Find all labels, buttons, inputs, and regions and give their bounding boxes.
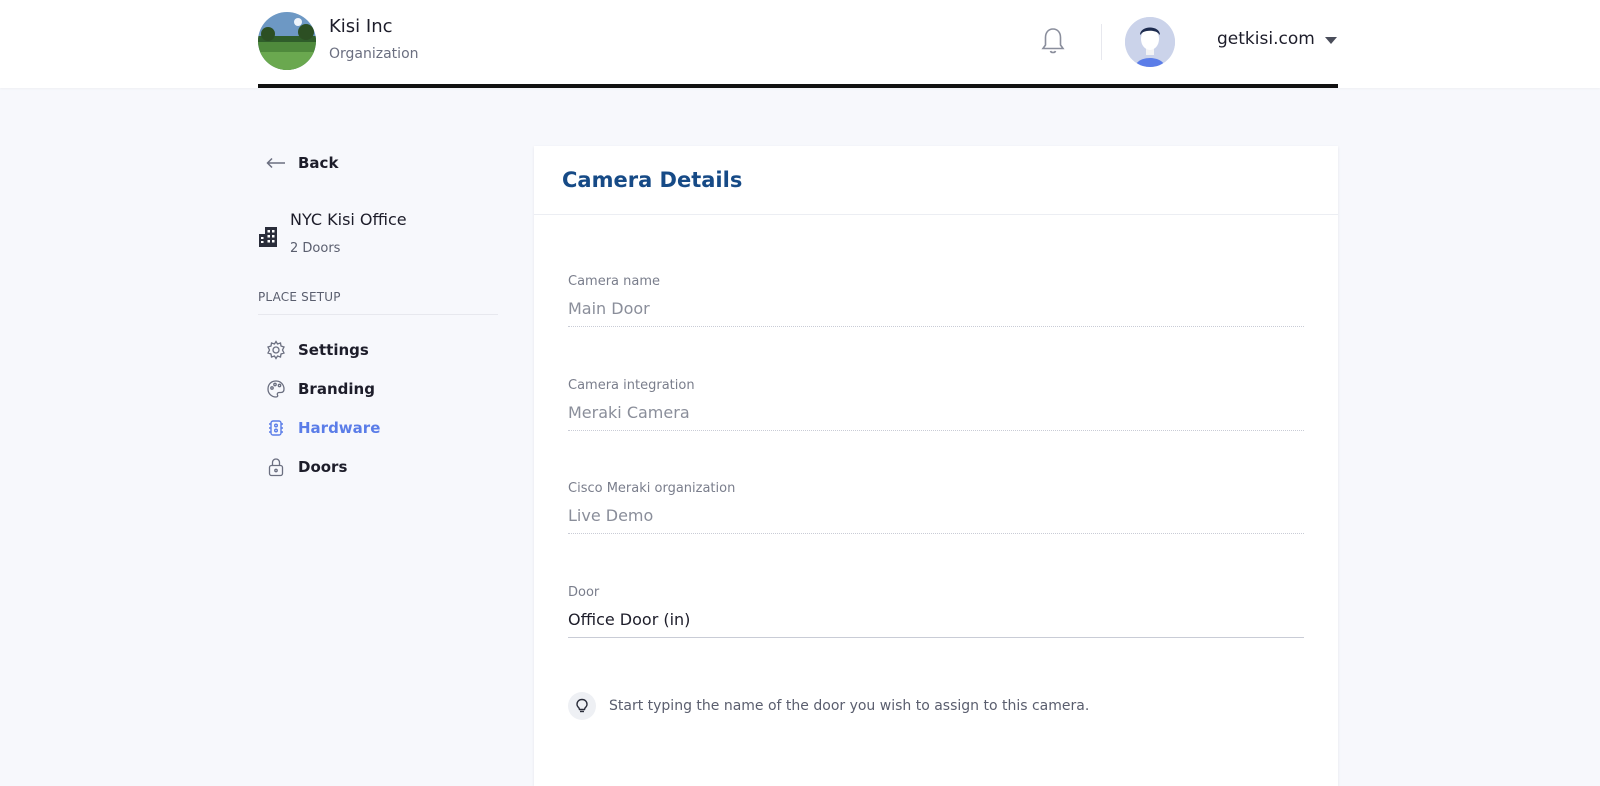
organization-subtitle: Organization [329, 46, 419, 62]
caret-down-icon [1324, 36, 1337, 44]
section-divider [258, 314, 498, 315]
camera-integration-input[interactable] [568, 401, 1304, 431]
nav-item-hardware[interactable]: Hardware [266, 408, 496, 447]
camera-name-label: Camera name [568, 274, 661, 289]
card-title: Camera Details [562, 168, 743, 192]
card-header: Camera Details [534, 146, 1338, 215]
nav-item-settings[interactable]: Settings [266, 330, 496, 369]
chip-icon [269, 419, 283, 436]
nav-label-doors: Doors [298, 457, 348, 476]
place-info: NYC Kisi Office 2 Doors [258, 210, 498, 262]
organization-name: Kisi Inc [329, 16, 393, 37]
section-label: PLACE SETUP [258, 290, 341, 304]
place-doors-count: 2 Doors [290, 241, 341, 256]
meraki-organization-field: Cisco Meraki organization [568, 481, 1304, 534]
camera-details-card: Camera Details Camera name Camera integr… [534, 146, 1338, 786]
back-label: Back [298, 154, 339, 172]
door-label: Door [568, 585, 600, 600]
header-underline [258, 84, 1338, 88]
meraki-organization-input[interactable] [568, 504, 1304, 534]
nav-label-branding: Branding [298, 379, 375, 398]
gear-icon [267, 339, 285, 360]
bell-icon[interactable] [1040, 26, 1066, 56]
building-icon [259, 227, 277, 247]
door-hint: Start typing the name of the door you wi… [568, 692, 1089, 720]
account-label: getkisi.com [1217, 29, 1315, 49]
camera-name-input[interactable] [568, 297, 1304, 327]
door-field: Door [568, 585, 1304, 638]
arrow-left-icon [266, 157, 285, 169]
user-avatar[interactable] [1125, 17, 1175, 67]
palette-icon [267, 379, 285, 398]
place-setup-nav: Settings Branding Hardware Doors [266, 330, 496, 486]
camera-integration-field: Camera integration [568, 378, 1304, 431]
lock-icon [268, 457, 284, 476]
camera-integration-label: Camera integration [568, 378, 695, 393]
camera-name-field: Camera name [568, 274, 1304, 327]
header-divider [1101, 24, 1102, 60]
back-button[interactable]: Back [266, 154, 338, 172]
nav-label-hardware: Hardware [298, 418, 381, 437]
top-bar: Kisi Inc Organization getkisi.com [0, 0, 1600, 88]
place-name: NYC Kisi Office [290, 210, 407, 229]
account-menu[interactable]: getkisi.com [1217, 29, 1337, 49]
door-input[interactable] [568, 608, 1304, 638]
meraki-organization-label: Cisco Meraki organization [568, 481, 736, 496]
lightbulb-icon [568, 692, 596, 720]
hint-text: Start typing the name of the door you wi… [609, 698, 1090, 714]
nav-label-settings: Settings [298, 340, 369, 359]
nav-item-doors[interactable]: Doors [266, 447, 496, 486]
nav-item-branding[interactable]: Branding [266, 369, 496, 408]
organization-avatar[interactable] [258, 12, 316, 70]
